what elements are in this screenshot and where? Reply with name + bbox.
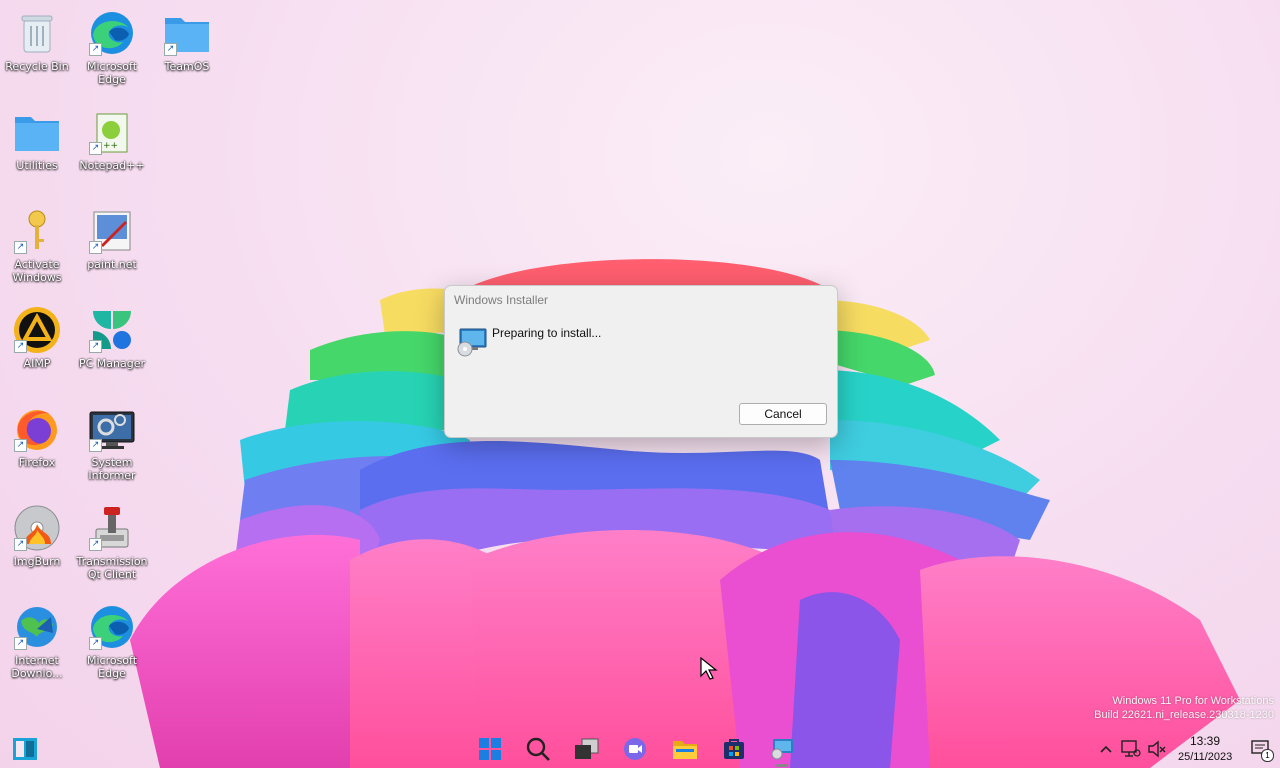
network-button[interactable] [1118,734,1144,764]
folder-icon: ↗ [162,8,212,58]
transmission-icon: ↗ [87,503,137,553]
aimp-icon: ↗ [12,305,62,355]
desktop-icon-label: Activate Windows [12,258,62,284]
shortcut-arrow-icon: ↗ [89,538,102,551]
dialog-message: Preparing to install... [492,326,602,340]
meet-icon [624,738,646,760]
watermark-build: Build 22621.ni_release.230318-1230 [1094,709,1274,721]
windows-installer-dialog[interactable]: Windows Installer Preparing to install..… [444,285,838,438]
desktop-icon-label: Firefox [18,456,56,469]
network-icon [1121,740,1141,757]
edge-icon: ↗ [87,8,137,58]
key-icon: ↗ [12,206,62,256]
shortcut-arrow-icon: ↗ [14,340,27,353]
windows-installer-icon [771,739,793,760]
desktop-icon-paintnet[interactable]: ↗ paint.net [75,202,149,294]
notification-count-badge: 1 [1261,749,1274,762]
shortcut-arrow-icon: ↗ [14,241,27,254]
desktop-icon-label: paint.net [87,258,137,271]
desktop-icon-label: Transmission Qt Client [76,555,148,581]
desktop-icon-label: TeamOS [164,60,210,73]
desktop-icon-firefox[interactable]: ↗ Firefox [0,400,74,492]
show-hidden-icons-button[interactable] [1094,734,1118,764]
desktop-icon-utilities[interactable]: Utilities [0,103,74,195]
desktop-icon-imgburn[interactable]: ↗ ImgBurn [0,499,74,591]
desktop-icon-label: Notepad++ [79,159,145,172]
chevron-up-icon [1100,745,1112,753]
task-view-icon [575,738,599,759]
desktop-icon-activate-windows[interactable]: ↗ Activate Windows [0,202,74,294]
shortcut-arrow-icon: ↗ [89,637,102,650]
task-view-button[interactable] [572,734,602,764]
desktop-icon-aimp[interactable]: ↗ AIMP [0,301,74,393]
widgets-button[interactable] [10,734,40,764]
pc-manager-icon: ↗ [87,305,137,355]
shortcut-arrow-icon: ↗ [89,241,102,254]
windows-installer-taskbar-button[interactable] [767,734,797,767]
clock-date: 25/11/2023 [1178,751,1233,763]
desktop-icon-label: System Informer [88,456,136,482]
desktop-icon-transmission[interactable]: ↗ Transmission Qt Client [75,499,149,591]
folder-icon [12,107,62,157]
search-icon [526,737,550,761]
desktop-icon-system-informer[interactable]: ↗ System Informer [75,400,149,492]
desktop-icon-label: Internet Downlo... [11,654,63,680]
watermark-edition: Windows 11 Pro for Workstations [1112,695,1274,707]
desktop-icon-label: PC Manager [78,357,146,370]
edge-icon: ↗ [87,602,137,652]
shortcut-arrow-icon: ↗ [14,538,27,551]
store-button[interactable] [719,734,749,764]
os-build-watermark: Windows 11 Pro for Workstations Build 22… [1094,694,1274,722]
firefox-icon: ↗ [12,404,62,454]
shortcut-arrow-icon: ↗ [164,43,177,56]
start-button[interactable] [475,734,505,764]
desktop-icon-recycle-bin[interactable]: Recycle Bin [0,4,74,96]
meet-button[interactable] [620,734,650,764]
file-explorer-icon [673,741,697,759]
recycle-bin-icon [12,8,62,58]
shortcut-arrow-icon: ↗ [89,142,102,155]
volume-button[interactable] [1144,734,1170,764]
paintnet-icon: ↗ [87,206,137,256]
desktop-icon-label: Recycle Bin [5,60,69,73]
dialog-title: Windows Installer [454,293,549,307]
clock-time: 13:39 [1190,734,1221,748]
active-app-indicator [776,764,788,767]
windows-installer-icon [456,327,488,357]
shortcut-arrow-icon: ↗ [14,439,27,452]
notepadpp-icon: ++ ↗ [87,107,137,157]
imgburn-icon: ↗ [12,503,62,553]
volume-muted-icon [1148,740,1166,758]
system-informer-icon: ↗ [87,404,137,454]
desktop-icon-label: AIMP [23,357,51,370]
search-button[interactable] [523,734,553,764]
desktop-icon-label: Utilities [16,159,58,172]
cancel-button[interactable]: Cancel [739,403,827,425]
mouse-cursor-icon [700,657,718,680]
desktop-icon-teamos[interactable]: ↗ TeamOS [150,4,224,96]
clock-button[interactable]: 13:39 25/11/2023 [1174,734,1238,766]
desktop-icon-notepadpp[interactable]: ++ ↗ Notepad++ [75,103,149,195]
notifications-button[interactable]: 1 [1246,734,1276,764]
start-icon [479,738,501,760]
desktop-icon-label: Microsoft Edge [86,60,138,86]
widgets-icon [13,738,37,760]
svg-text:++: ++ [103,141,118,151]
desktop-icon-internet-download-manager[interactable]: ↗ Internet Downlo... [0,598,74,690]
shortcut-arrow-icon: ↗ [14,637,27,650]
desktop-icon-label: Microsoft Edge [86,654,138,680]
desktop-icon-microsoft-edge[interactable]: ↗ Microsoft Edge [75,4,149,96]
idm-icon: ↗ [12,602,62,652]
shortcut-arrow-icon: ↗ [89,439,102,452]
shortcut-arrow-icon: ↗ [89,43,102,56]
store-icon [724,739,744,759]
shortcut-arrow-icon: ↗ [89,340,102,353]
file-explorer-button[interactable] [670,734,700,764]
desktop-icon-label: ImgBurn [13,555,61,568]
desktop-icon-microsoft-edge-2[interactable]: ↗ Microsoft Edge [75,598,149,690]
desktop-icon-pc-manager[interactable]: ↗ PC Manager [75,301,149,393]
